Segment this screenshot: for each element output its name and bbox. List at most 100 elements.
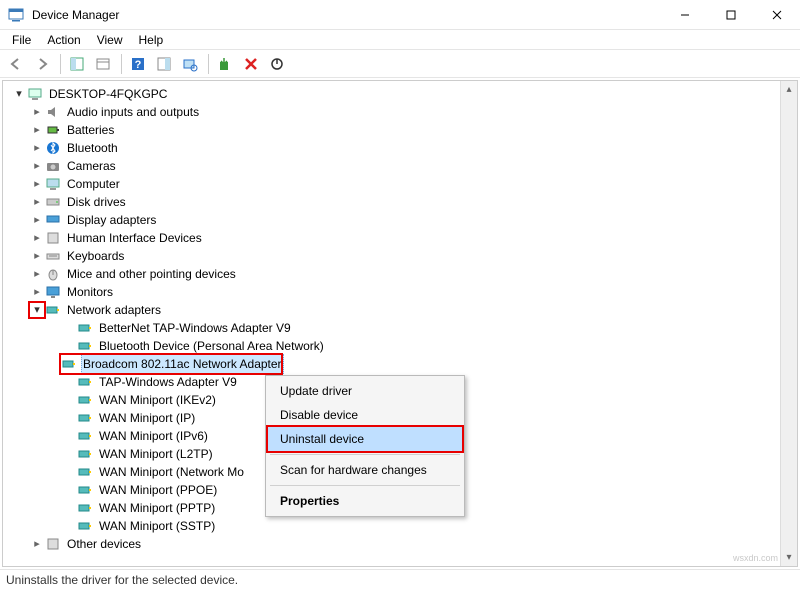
tree-label: Computer: [65, 175, 122, 193]
maximize-button[interactable]: [708, 0, 754, 30]
caret-icon[interactable]: [29, 230, 45, 246]
ctx-separator: [270, 485, 460, 486]
tree-category-hid[interactable]: Human Interface Devices: [7, 229, 797, 247]
audio-icon: [45, 104, 61, 120]
close-button[interactable]: [754, 0, 800, 30]
toolbar-separator: [208, 54, 209, 74]
caret-icon: [61, 392, 77, 408]
tree-category-mice[interactable]: Mice and other pointing devices: [7, 265, 797, 283]
caret-icon[interactable]: [29, 140, 45, 156]
caret-icon[interactable]: [29, 212, 45, 228]
computer-icon: [45, 176, 61, 192]
caret-icon[interactable]: [29, 122, 45, 138]
tree-label: WAN Miniport (IKEv2): [97, 391, 218, 409]
device-tree-panel: DESKTOP-4FQKGPC Audio inputs and outputs…: [2, 80, 798, 567]
network-adapter-icon: [77, 410, 93, 426]
tree-root[interactable]: DESKTOP-4FQKGPC: [7, 85, 797, 103]
caret-icon: [61, 518, 77, 534]
caret-icon[interactable]: [29, 302, 45, 318]
tree-label: Bluetooth: [65, 139, 120, 157]
scroll-up-icon[interactable]: [781, 81, 797, 98]
tree-label: DESKTOP-4FQKGPC: [47, 85, 169, 103]
caret-icon: [61, 446, 77, 462]
caret-icon: [61, 464, 77, 480]
vertical-scrollbar[interactable]: [780, 81, 797, 566]
menu-help[interactable]: Help: [131, 31, 172, 49]
ctx-update-driver[interactable]: Update driver: [268, 379, 462, 403]
ctx-properties[interactable]: Properties: [268, 489, 462, 513]
tree-device[interactable]: Bluetooth Device (Personal Area Network): [7, 337, 797, 355]
caret-icon: [61, 500, 77, 516]
ctx-uninstall-device[interactable]: Uninstall device: [268, 427, 462, 451]
tree-label: Keyboards: [65, 247, 126, 265]
tree-label: Audio inputs and outputs: [65, 103, 201, 121]
minimize-button[interactable]: [662, 0, 708, 30]
status-text: Uninstalls the driver for the selected d…: [6, 573, 238, 587]
ctx-disable-device[interactable]: Disable device: [268, 403, 462, 427]
forward-button[interactable]: [30, 52, 54, 76]
ctx-scan-hardware[interactable]: Scan for hardware changes: [268, 458, 462, 482]
caret-icon: [61, 338, 77, 354]
watermark: wsxdn.com: [733, 553, 778, 563]
tree-label: Mice and other pointing devices: [65, 265, 238, 283]
menu-view[interactable]: View: [89, 31, 131, 49]
tree-label: Human Interface Devices: [65, 229, 204, 247]
update-driver-button[interactable]: [213, 52, 237, 76]
show-hide-console-tree-button[interactable]: [65, 52, 89, 76]
tree-category-network[interactable]: Network adapters: [7, 301, 797, 319]
other-devices-icon: [45, 536, 61, 552]
scan-hardware-button[interactable]: [178, 52, 202, 76]
tree-device[interactable]: BetterNet TAP-Windows Adapter V9: [7, 319, 797, 337]
caret-icon[interactable]: [29, 104, 45, 120]
tree-category-other[interactable]: Other devices: [7, 535, 797, 553]
caret-icon: [61, 482, 77, 498]
properties-button[interactable]: [91, 52, 115, 76]
hid-icon: [45, 230, 61, 246]
menu-action[interactable]: Action: [39, 31, 88, 49]
network-adapter-icon: [77, 320, 93, 336]
window-title: Device Manager: [32, 8, 662, 22]
back-button[interactable]: [4, 52, 28, 76]
caret-icon[interactable]: [11, 86, 27, 102]
keyboard-icon: [45, 248, 61, 264]
caret-icon[interactable]: [29, 194, 45, 210]
monitor-icon: [45, 284, 61, 300]
network-adapter-icon: [77, 392, 93, 408]
tree-device[interactable]: WAN Miniport (SSTP): [7, 517, 797, 535]
tree-label: Cameras: [65, 157, 118, 175]
caret-icon[interactable]: [29, 536, 45, 552]
network-adapter-icon: [77, 428, 93, 444]
tree-category-cameras[interactable]: Cameras: [7, 157, 797, 175]
network-adapter-icon: [61, 356, 77, 372]
tree-category-disk[interactable]: Disk drives: [7, 193, 797, 211]
tree-category-bluetooth[interactable]: Bluetooth: [7, 139, 797, 157]
tree-label: Monitors: [65, 283, 115, 301]
tree-category-audio[interactable]: Audio inputs and outputs: [7, 103, 797, 121]
menu-file[interactable]: File: [4, 31, 39, 49]
caret-icon[interactable]: [29, 284, 45, 300]
scroll-down-icon[interactable]: [781, 549, 797, 566]
help-button[interactable]: ?: [126, 52, 150, 76]
action-pane-button[interactable]: [152, 52, 176, 76]
tree-label: Network adapters: [65, 301, 163, 319]
mouse-icon: [45, 266, 61, 282]
network-adapter-icon: [77, 464, 93, 480]
caret-icon[interactable]: [29, 266, 45, 282]
caret-icon[interactable]: [29, 176, 45, 192]
tree-category-monitors[interactable]: Monitors: [7, 283, 797, 301]
tree-category-batteries[interactable]: Batteries: [7, 121, 797, 139]
tree-device-selected[interactable]: Broadcom 802.11ac Network Adapter: [61, 355, 281, 373]
status-bar: Uninstalls the driver for the selected d…: [0, 569, 800, 589]
caret-icon[interactable]: [29, 248, 45, 264]
tree-category-display[interactable]: Display adapters: [7, 211, 797, 229]
tree-category-keyboards[interactable]: Keyboards: [7, 247, 797, 265]
uninstall-button[interactable]: [239, 52, 263, 76]
caret-icon[interactable]: [29, 158, 45, 174]
tree-category-computer[interactable]: Computer: [7, 175, 797, 193]
camera-icon: [45, 158, 61, 174]
caret-icon: [61, 428, 77, 444]
toolbar: ?: [0, 50, 800, 78]
context-menu: Update driver Disable device Uninstall d…: [265, 375, 465, 517]
disable-button[interactable]: [265, 52, 289, 76]
tree-label: Bluetooth Device (Personal Area Network): [97, 337, 326, 355]
